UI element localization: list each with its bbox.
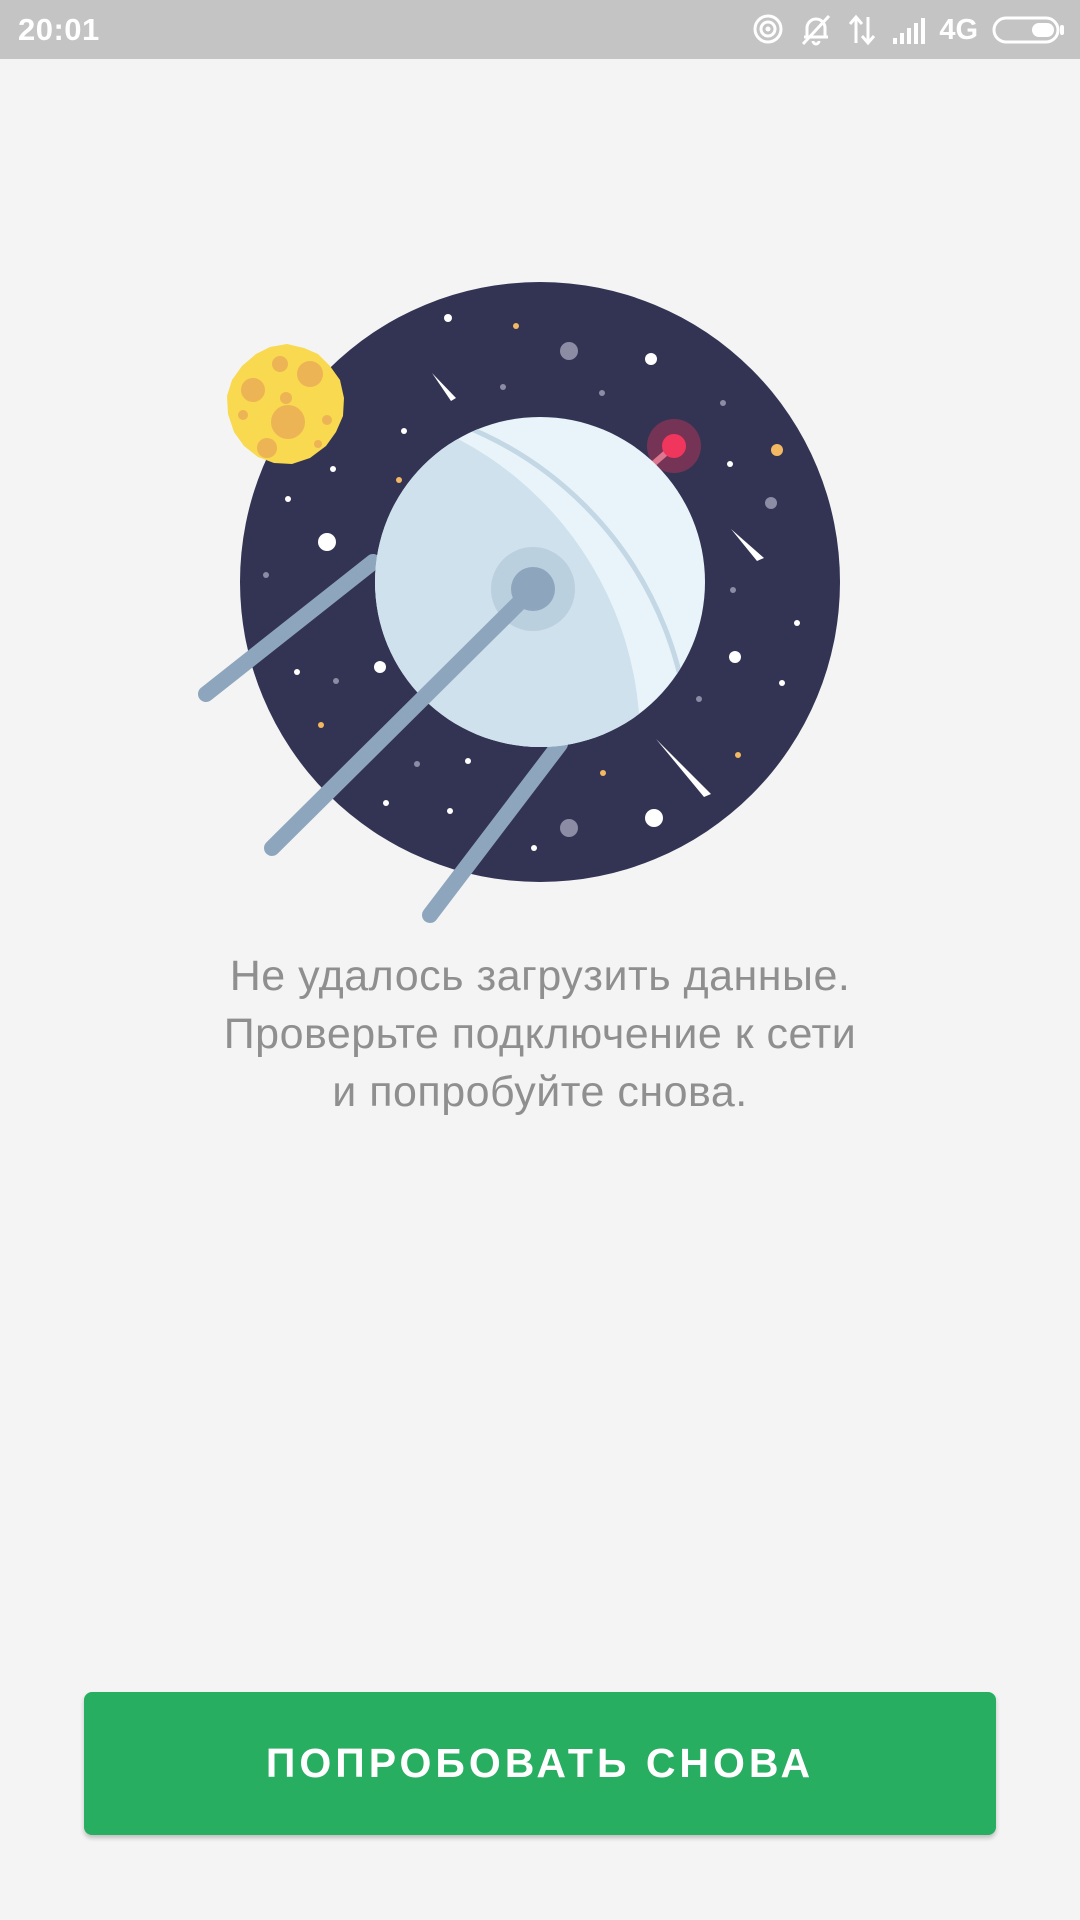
error-message-line: Проверьте подключение к сети — [223, 1010, 857, 1058]
data-arrows-icon — [847, 13, 877, 47]
illustration — [0, 240, 1080, 940]
retry-button[interactable]: ПОПРОБОВАТЬ СНОВА — [84, 1692, 996, 1835]
status-time: 20:01 — [18, 12, 100, 47]
status-icons: 4G — [751, 10, 1066, 50]
moon-icon — [227, 344, 344, 464]
status-bar: 20:01 4G — [0, 0, 1080, 59]
hotspot-icon — [751, 13, 785, 47]
signal-icon — [891, 13, 926, 47]
error-message-line: Не удалось загрузить данные. — [229, 952, 851, 1000]
battery-icon — [992, 15, 1066, 45]
network-type: 4G — [939, 13, 978, 46]
error-message-line: и попробуйте снова. — [332, 1068, 748, 1116]
bell-off-icon — [799, 13, 833, 47]
sputnik-icon — [198, 282, 840, 923]
error-message: Не удалось загрузить данные. Проверьте п… — [100, 947, 980, 1121]
